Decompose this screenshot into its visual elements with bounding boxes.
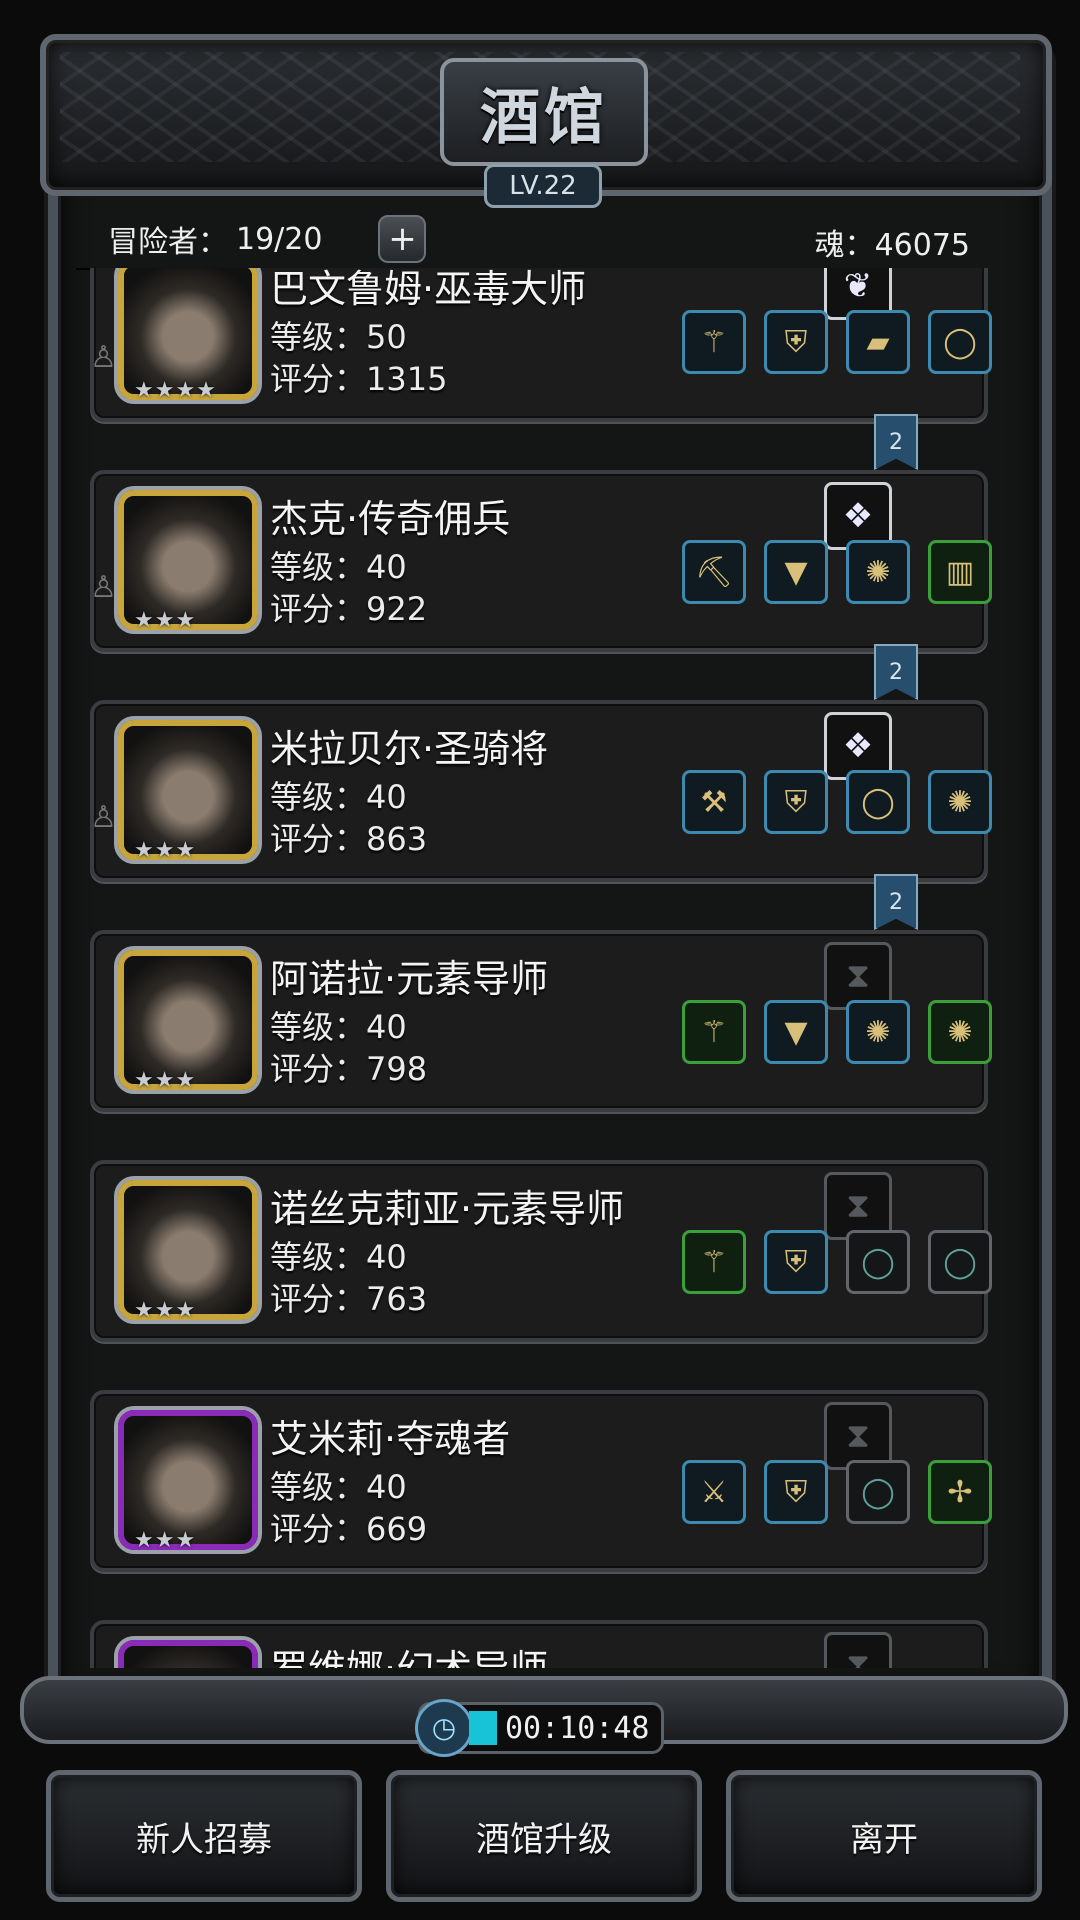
amulet-icon[interactable]: ✺ [846,1000,910,1064]
hero-score: 评分：763 [270,1280,428,1318]
ring-icon[interactable]: ◯ [928,1230,992,1294]
cloak-icon[interactable]: ▼ [764,1000,828,1064]
recruit-timer: ◷ 00:10:48 [415,1699,664,1757]
recruit-button[interactable]: 新人招募 [46,1770,362,1902]
hero-level: 等级：50 [270,318,407,356]
hero-card[interactable]: ★★★ 阿诺拉·元素导师 等级：40 评分：798 ⧗ ⚚ ▼ ✺ ✺ [90,930,992,1112]
ghost-icon: ♙ [90,800,117,835]
hero-name: 罗维娜·幻术导师 [270,1638,548,1668]
armor-icon[interactable]: ⛨ [764,1460,828,1524]
count-ribbon: 2 [874,644,918,700]
star-rating: ★★★ [134,1528,197,1553]
armor-icon[interactable]: ⛨ [764,310,828,374]
scepter-icon[interactable]: ⚒ [682,770,746,834]
hero-name: 杰克·传奇佣兵 [270,497,511,541]
amulet-icon[interactable]: ✺ [928,770,992,834]
hero-level: 等级：40 [270,778,407,816]
star-rating: ★★★ [134,1298,197,1323]
hero-name: 阿诺拉·元素导师 [270,957,549,1001]
count-ribbon: 2 [874,414,918,470]
hero-level: 等级：40 [270,548,407,586]
timer-text: 00:10:48 [505,1711,650,1746]
hero-score: 评分：669 [270,1510,428,1548]
staff-icon[interactable]: ⚚ [682,310,746,374]
hero-level: 等级：40 [270,1238,407,1276]
ring-icon[interactable]: ◯ [846,1460,910,1524]
cloak-icon[interactable]: ▼ [764,540,828,604]
count-ribbon: 2 [874,874,918,930]
star-rating: ★★★★ [134,378,217,403]
leave-button[interactable]: 离开 [726,1770,1042,1902]
add-slot-button[interactable]: + [378,215,427,263]
adventurers-label: 冒险者： [108,225,228,260]
soul-label: 魂： [814,228,875,263]
ring-icon[interactable]: ◯ [846,770,910,834]
hero-score: 评分：922 [270,590,428,628]
soul-value: 46075 [874,228,970,263]
hero-card[interactable]: ★★★ ♙ 米拉贝尔·圣骑将 等级：40 评分：863 ❖ ⚒ ⛨ ◯ ✺ [90,700,992,882]
hero-name: 诺丝克莉亚·元素导师 [270,1187,625,1231]
chain-icon[interactable]: ✢ [928,1460,992,1524]
star-rating: ★★★ [134,608,197,633]
upgrade-tavern-button[interactable]: 酒馆升级 [386,1770,702,1902]
staff-icon[interactable]: ⚚ [682,1230,746,1294]
hero-card[interactable]: 罗维娜·幻术导师 ⧗ [90,1620,988,1668]
clock-icon: ◷ [415,1699,473,1757]
hero-score: 评分：1315 [270,360,448,398]
amulet-icon[interactable]: ✺ [928,1000,992,1064]
hero-portrait [118,1640,258,1668]
ring-icon[interactable]: ◯ [928,310,992,374]
hero-card[interactable]: ★★★ 艾米莉·夺魂者 等级：40 评分：669 ⧗ ⚔ ⛨ ◯ ✢ [90,1390,992,1572]
star-rating: ★★★ [134,838,197,863]
staff-icon[interactable]: ⚚ [682,1000,746,1064]
pickaxe-icon[interactable]: ⛏ [682,540,746,604]
hero-card[interactable]: ★★★ 诺丝克莉亚·元素导师 等级：40 评分：763 ⧗ ⚚ ⛨ ◯ ◯ [90,1160,992,1342]
status-bar: 冒险者： 19/20 + 魂：46075 [76,210,984,270]
hero-score: 评分：798 [270,1050,428,1088]
armor-icon[interactable]: ⛨ [764,770,828,834]
ring-icon[interactable]: ◯ [846,1230,910,1294]
hero-card[interactable]: ★★★ ♙ 杰克·传奇佣兵 等级：40 评分：922 ❖ ⛏ ▼ ✺ ▥ [90,470,992,652]
amulet-icon[interactable]: ✺ [846,540,910,604]
soul-counter: 魂：46075 [815,220,970,264]
hero-level: 等级：40 [270,1468,407,1506]
empty-slot-icon[interactable]: ⧗ [824,1632,892,1668]
ghost-icon: ♙ [90,340,117,375]
plank-icon[interactable]: ▰ [846,310,910,374]
armor-icon[interactable]: ⛨ [764,1230,828,1294]
hero-level: 等级：40 [270,1008,407,1046]
hero-score: 评分：863 [270,820,428,858]
hero-card[interactable]: ★★★★ ♙ 巴文鲁姆·巫毒大师 等级：50 评分：1315 ❦ ⚚ ⛨ ▰ ◯ [90,268,992,422]
barrel-icon[interactable]: ▥ [928,540,992,604]
ghost-icon: ♙ [90,570,117,605]
page-title: 酒馆 [440,58,648,166]
star-rating: ★★★ [134,1068,197,1093]
hero-name: 巴文鲁姆·巫毒大师 [270,268,587,311]
hero-list[interactable]: ★★★★ ♙ 巴文鲁姆·巫毒大师 等级：50 评分：1315 ❦ ⚚ ⛨ ▰ ◯… [76,268,996,1668]
hero-name: 米拉贝尔·圣骑将 [270,727,549,771]
tavern-level-badge: LV.22 [484,164,602,208]
timer-progress [469,1711,497,1745]
hero-name: 艾米莉·夺魂者 [270,1417,511,1461]
adventurers-count: 19/20 [236,221,323,257]
axe-icon[interactable]: ⚔ [682,1460,746,1524]
